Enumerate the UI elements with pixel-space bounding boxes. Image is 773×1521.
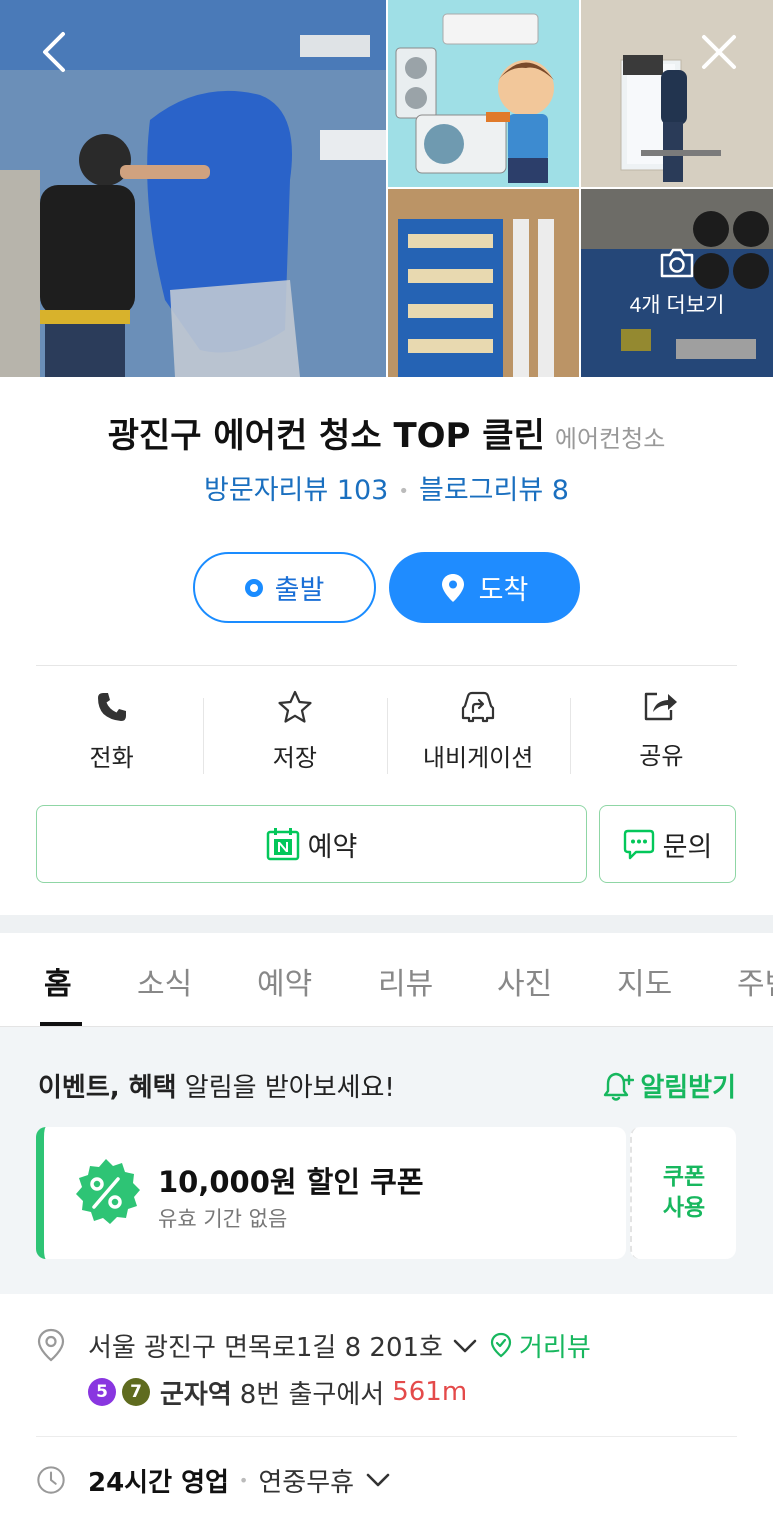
action-bar: 전화 저장 내비게이션 공유 — [20, 690, 753, 780]
street-view-label: 거리뷰 — [518, 1332, 591, 1363]
reserve-button[interactable]: 예약 — [36, 805, 587, 883]
depart-label: 출발 — [274, 575, 325, 606]
review-counts: 방문자리뷰 103 • 블로그리뷰 8 — [0, 468, 773, 507]
close-button[interactable] — [691, 24, 747, 80]
inquiry-button[interactable]: 문의 — [599, 805, 736, 883]
coupon-validity: 유효 기간 없음 — [158, 1207, 288, 1231]
tab-map[interactable]: 지도 — [617, 959, 672, 1003]
more-photos-button[interactable]: 4개 더보기 — [581, 189, 773, 377]
photo-parts-cleaning[interactable] — [388, 189, 579, 377]
depart-button[interactable]: 출발 — [193, 552, 376, 623]
clock-icon — [36, 1464, 66, 1496]
event-prompt: 이벤트, 혜택 알림을 받아보세요! — [38, 1067, 395, 1104]
street-view-pin-icon — [490, 1332, 512, 1358]
share-label: 공유 — [639, 742, 684, 770]
call-label: 전화 — [89, 744, 134, 772]
divider — [36, 665, 737, 666]
camera-icon — [660, 248, 694, 278]
event-section: 이벤트, 혜택 알림을 받아보세요! 알림받기 10,000원 할인 쿠폰 유효… — [0, 1027, 773, 1294]
chevron-left-icon — [43, 32, 65, 72]
hours-status: 24시간 영업 — [88, 1467, 229, 1498]
location-pin-outline-icon — [36, 1328, 66, 1362]
navigation-button[interactable]: 내비게이션 — [386, 690, 570, 780]
hours-row[interactable]: 24시간 영업 • 연중무휴 — [36, 1460, 390, 1500]
reserve-label: 예약 — [307, 831, 358, 863]
place-name: 광진구 에어컨 청소 TOP 클린 — [107, 416, 545, 456]
share-button[interactable]: 공유 — [569, 690, 753, 780]
blog-reviews-link[interactable]: 블로그리뷰 8 — [419, 475, 569, 506]
navigation-label: 내비게이션 — [422, 744, 534, 772]
chat-bubble-icon — [623, 829, 654, 860]
bell-plus-icon — [604, 1072, 635, 1101]
hours-detail: 연중무휴 — [258, 1467, 355, 1498]
star-icon — [278, 690, 312, 723]
subway-line-5-badge: 5 — [88, 1378, 116, 1406]
save-button[interactable]: 저장 — [203, 690, 386, 780]
subway-line-7-badge: 7 — [122, 1378, 150, 1406]
cartoon-technician-illustration — [395, 13, 554, 183]
coupon-card[interactable]: 10,000원 할인 쿠폰 유효 기간 없음 — [36, 1127, 626, 1259]
subway-distance: 561m — [392, 1377, 468, 1407]
save-label: 저장 — [272, 744, 317, 772]
more-photos-label: 4개 더보기 — [629, 294, 725, 317]
subway-row: 5 7 군자역 8번 출구에서 561m — [88, 1374, 467, 1410]
chevron-down-icon[interactable] — [453, 1330, 477, 1360]
back-button[interactable] — [26, 24, 82, 80]
address-text[interactable]: 서울 광진구 면목로1길 8 201호 — [88, 1327, 443, 1364]
place-category: 에어컨청소 — [554, 425, 666, 453]
chevron-down-icon[interactable] — [366, 1473, 390, 1487]
naver-booking-icon — [266, 828, 299, 861]
tab-news[interactable]: 소식 — [137, 959, 192, 1003]
arrive-button[interactable]: 도착 — [389, 552, 580, 623]
photo-gallery: 4개 더보기 — [0, 0, 773, 377]
event-prompt-rest: 알림을 받아보세요! — [176, 1073, 395, 1103]
divider — [36, 1436, 737, 1437]
active-tab-indicator — [40, 1022, 82, 1026]
address-row: 서울 광진구 면목로1길 8 201호 거리뷰 — [36, 1325, 737, 1365]
location-pin-icon — [441, 573, 464, 602]
call-button[interactable]: 전화 — [20, 690, 203, 780]
coupon-title: 10,000원 할인 쿠폰 — [158, 1165, 424, 1199]
photo-illustration[interactable] — [388, 0, 579, 187]
event-prompt-bold: 이벤트, 혜택 — [38, 1073, 177, 1103]
separator-dot: • — [398, 481, 409, 502]
tab-reviews[interactable]: 리뷰 — [378, 959, 433, 1003]
use-coupon-button[interactable]: 쿠폰 사용 — [630, 1127, 736, 1259]
inquiry-label: 문의 — [662, 831, 713, 863]
tab-photos[interactable]: 사진 — [497, 959, 552, 1003]
arrive-label: 도착 — [478, 575, 529, 606]
separator-dot: • — [238, 1470, 249, 1490]
place-title-row: 광진구 에어컨 청소 TOP 클린 에어컨청소 — [0, 408, 773, 457]
use-coupon-label-1: 쿠폰 — [662, 1164, 706, 1190]
share-icon — [645, 692, 678, 721]
tab-home[interactable]: 홈 — [44, 959, 72, 1003]
tab-reservation[interactable]: 예약 — [257, 959, 312, 1003]
use-coupon-label-2: 사용 — [662, 1195, 706, 1221]
photo-parts-scene — [388, 189, 579, 377]
visitor-reviews-link[interactable]: 방문자리뷰 103 — [204, 475, 388, 506]
subscribe-alert-button[interactable]: 알림받기 — [602, 1067, 736, 1104]
street-view-link[interactable]: 거리뷰 — [489, 1327, 591, 1364]
close-icon — [702, 35, 736, 69]
subway-station: 군자역 — [160, 1379, 232, 1410]
discount-badge-icon — [76, 1159, 140, 1224]
section-gap — [0, 915, 773, 933]
phone-icon — [97, 693, 126, 721]
origin-dot-icon — [244, 578, 263, 597]
car-navigation-icon — [462, 691, 495, 723]
tab-bar: 홈 소식 예약 리뷰 사진 지도 주변 — [0, 933, 773, 1027]
subscribe-alert-label: 알림받기 — [640, 1073, 736, 1103]
subway-exit: 8번 출구에서 — [239, 1379, 385, 1410]
tab-nearby[interactable]: 주변 — [737, 959, 773, 1003]
